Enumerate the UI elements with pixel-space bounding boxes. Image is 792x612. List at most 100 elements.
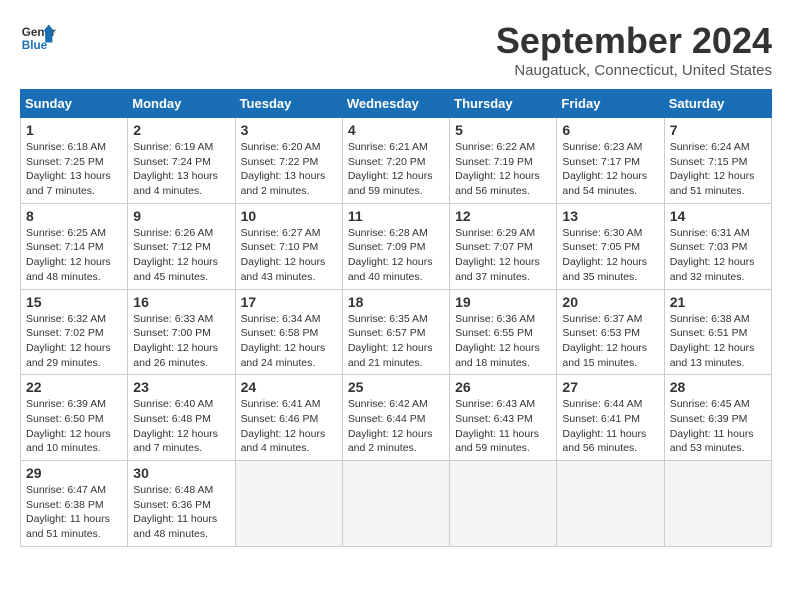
logo-icon: General Blue xyxy=(20,20,56,56)
day-info: Sunrise: 6:26 AMSunset: 7:12 PMDaylight:… xyxy=(133,226,229,285)
col-saturday: Saturday xyxy=(664,90,771,118)
table-row: 22 Sunrise: 6:39 AMSunset: 6:50 PMDayligh… xyxy=(21,375,128,461)
day-info: Sunrise: 6:28 AMSunset: 7:09 PMDaylight:… xyxy=(348,226,444,285)
day-number: 7 xyxy=(670,122,766,138)
table-row: 20 Sunrise: 6:37 AMSunset: 6:53 PMDayligh… xyxy=(557,289,664,375)
day-info: Sunrise: 6:36 AMSunset: 6:55 PMDaylight:… xyxy=(455,312,551,371)
table-row: 24Sunrise: 6:41 AMSunset: 6:46 PMDayligh… xyxy=(235,375,342,461)
day-number: 17 xyxy=(241,294,337,310)
day-info: Sunrise: 6:27 AMSunset: 7:10 PMDaylight:… xyxy=(241,226,337,285)
table-row: 16Sunrise: 6:33 AMSunset: 7:00 PMDayligh… xyxy=(128,289,235,375)
table-row: 13Sunrise: 6:30 AMSunset: 7:05 PMDayligh… xyxy=(557,203,664,289)
day-number: 15 xyxy=(26,294,122,310)
table-row: 25Sunrise: 6:42 AMSunset: 6:44 PMDayligh… xyxy=(342,375,449,461)
day-info: Sunrise: 6:48 AMSunset: 6:36 PMDaylight:… xyxy=(133,483,229,542)
col-friday: Friday xyxy=(557,90,664,118)
table-row: 30Sunrise: 6:48 AMSunset: 6:36 PMDayligh… xyxy=(128,461,235,547)
calendar-row: 22 Sunrise: 6:39 AMSunset: 6:50 PMDayligh… xyxy=(21,375,772,461)
table-row: 21 Sunrise: 6:38 AMSunset: 6:51 PMDayligh… xyxy=(664,289,771,375)
table-row: 2 Sunrise: 6:19 AMSunset: 7:24 PMDaylight… xyxy=(128,118,235,204)
day-number: 24 xyxy=(241,379,337,395)
header: General Blue September 2024 Naugatuck, C… xyxy=(20,20,772,79)
table-row xyxy=(450,461,557,547)
table-row xyxy=(664,461,771,547)
day-info: Sunrise: 6:24 AMSunset: 7:15 PMDaylight:… xyxy=(670,140,766,199)
day-number: 5 xyxy=(455,122,551,138)
col-monday: Monday xyxy=(128,90,235,118)
day-number: 25 xyxy=(348,379,444,395)
day-info: Sunrise: 6:35 AMSunset: 6:57 PMDaylight:… xyxy=(348,312,444,371)
day-number: 8 xyxy=(26,208,122,224)
day-info: Sunrise: 6:45 AMSunset: 6:39 PMDaylight:… xyxy=(670,397,766,456)
location: Naugatuck, Connecticut, United States xyxy=(496,62,772,79)
day-info: Sunrise: 6:38 AMSunset: 6:51 PMDaylight:… xyxy=(670,312,766,371)
table-row: 6Sunrise: 6:23 AMSunset: 7:17 PMDaylight… xyxy=(557,118,664,204)
table-row xyxy=(557,461,664,547)
table-row: 5Sunrise: 6:22 AMSunset: 7:19 PMDaylight… xyxy=(450,118,557,204)
day-info: Sunrise: 6:37 AMSunset: 6:53 PMDaylight:… xyxy=(562,312,658,371)
table-row: 11Sunrise: 6:28 AMSunset: 7:09 PMDayligh… xyxy=(342,203,449,289)
day-info: Sunrise: 6:31 AMSunset: 7:03 PMDaylight:… xyxy=(670,226,766,285)
calendar-row: 29 Sunrise: 6:47 AMSunset: 6:38 PMDayligh… xyxy=(21,461,772,547)
day-number: 9 xyxy=(133,208,229,224)
day-info: Sunrise: 6:21 AMSunset: 7:20 PMDaylight:… xyxy=(348,140,444,199)
table-row: 12Sunrise: 6:29 AMSunset: 7:07 PMDayligh… xyxy=(450,203,557,289)
day-info: Sunrise: 6:29 AMSunset: 7:07 PMDaylight:… xyxy=(455,226,551,285)
table-row: 19 Sunrise: 6:36 AMSunset: 6:55 PMDayligh… xyxy=(450,289,557,375)
col-wednesday: Wednesday xyxy=(342,90,449,118)
calendar-table: Sunday Monday Tuesday Wednesday Thursday… xyxy=(20,89,772,547)
day-number: 16 xyxy=(133,294,229,310)
table-row: 3Sunrise: 6:20 AMSunset: 7:22 PMDaylight… xyxy=(235,118,342,204)
table-row: 18 Sunrise: 6:35 AMSunset: 6:57 PMDayligh… xyxy=(342,289,449,375)
day-number: 20 xyxy=(562,294,658,310)
day-number: 21 xyxy=(670,294,766,310)
day-info: Sunrise: 6:18 AMSunset: 7:25 PMDaylight:… xyxy=(26,140,122,199)
day-number: 27 xyxy=(562,379,658,395)
table-row: 15 Sunrise: 6:32 AMSunset: 7:02 PMDayligh… xyxy=(21,289,128,375)
day-number: 13 xyxy=(562,208,658,224)
day-number: 4 xyxy=(348,122,444,138)
calendar-row: 15 Sunrise: 6:32 AMSunset: 7:02 PMDayligh… xyxy=(21,289,772,375)
day-info: Sunrise: 6:19 AMSunset: 7:24 PMDaylight:… xyxy=(133,140,229,199)
table-row: 26 Sunrise: 6:43 AMSunset: 6:43 PMDayligh… xyxy=(450,375,557,461)
col-sunday: Sunday xyxy=(21,90,128,118)
day-info: Sunrise: 6:44 AMSunset: 6:41 PMDaylight:… xyxy=(562,397,658,456)
day-number: 23 xyxy=(133,379,229,395)
logo: General Blue xyxy=(20,20,56,56)
day-info: Sunrise: 6:25 AMSunset: 7:14 PMDaylight:… xyxy=(26,226,122,285)
calendar-row: 8 Sunrise: 6:25 AMSunset: 7:14 PMDaylight… xyxy=(21,203,772,289)
day-number: 26 xyxy=(455,379,551,395)
table-row xyxy=(342,461,449,547)
day-number: 19 xyxy=(455,294,551,310)
day-number: 1 xyxy=(26,122,122,138)
title-area: September 2024 Naugatuck, Connecticut, U… xyxy=(496,20,772,79)
table-row: 27 Sunrise: 6:44 AMSunset: 6:41 PMDayligh… xyxy=(557,375,664,461)
day-number: 18 xyxy=(348,294,444,310)
table-row: 8 Sunrise: 6:25 AMSunset: 7:14 PMDaylight… xyxy=(21,203,128,289)
table-row: 9 Sunrise: 6:26 AMSunset: 7:12 PMDaylight… xyxy=(128,203,235,289)
month-title: September 2024 xyxy=(496,20,772,62)
table-row: 7 Sunrise: 6:24 AMSunset: 7:15 PMDaylight… xyxy=(664,118,771,204)
day-info: Sunrise: 6:39 AMSunset: 6:50 PMDaylight:… xyxy=(26,397,122,456)
table-row: 23 Sunrise: 6:40 AMSunset: 6:48 PMDayligh… xyxy=(128,375,235,461)
day-info: Sunrise: 6:43 AMSunset: 6:43 PMDaylight:… xyxy=(455,397,551,456)
table-row: 29 Sunrise: 6:47 AMSunset: 6:38 PMDayligh… xyxy=(21,461,128,547)
day-number: 14 xyxy=(670,208,766,224)
day-number: 2 xyxy=(133,122,229,138)
day-info: Sunrise: 6:40 AMSunset: 6:48 PMDaylight:… xyxy=(133,397,229,456)
day-number: 29 xyxy=(26,465,122,481)
day-info: Sunrise: 6:32 AMSunset: 7:02 PMDaylight:… xyxy=(26,312,122,371)
col-thursday: Thursday xyxy=(450,90,557,118)
calendar-header-row: Sunday Monday Tuesday Wednesday Thursday… xyxy=(21,90,772,118)
day-number: 10 xyxy=(241,208,337,224)
table-row: 14 Sunrise: 6:31 AMSunset: 7:03 PMDayligh… xyxy=(664,203,771,289)
day-info: Sunrise: 6:47 AMSunset: 6:38 PMDaylight:… xyxy=(26,483,122,542)
table-row: 17 Sunrise: 6:34 AMSunset: 6:58 PMDayligh… xyxy=(235,289,342,375)
day-number: 22 xyxy=(26,379,122,395)
day-info: Sunrise: 6:34 AMSunset: 6:58 PMDaylight:… xyxy=(241,312,337,371)
svg-text:Blue: Blue xyxy=(22,39,48,52)
calendar-row: 1 Sunrise: 6:18 AMSunset: 7:25 PMDaylight… xyxy=(21,118,772,204)
day-number: 28 xyxy=(670,379,766,395)
table-row xyxy=(235,461,342,547)
col-tuesday: Tuesday xyxy=(235,90,342,118)
